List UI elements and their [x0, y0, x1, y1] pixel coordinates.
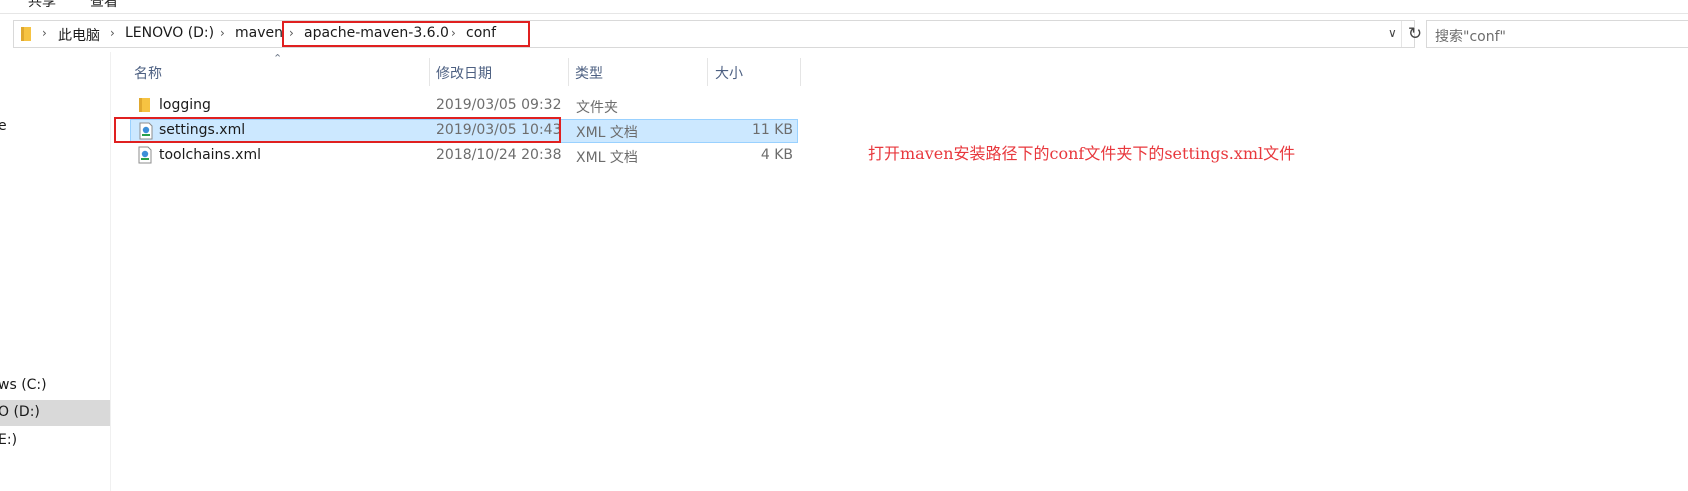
list-item-logging[interactable]: logging 2019/03/05 09:32 文件夹	[130, 94, 798, 118]
search-input[interactable]: 搜索"conf"	[1426, 20, 1688, 48]
file-size: 11 KB	[751, 122, 793, 138]
list-item-toolchains-xml[interactable]: toolchains.xml 2018/10/24 20:38 XML 文档 4…	[130, 144, 798, 168]
annotation-text: 打开maven安装路径下的conf文件夹下的settings.xml文件	[868, 144, 1296, 163]
highlight-box-settings-row	[114, 117, 561, 143]
column-header-label: 类型	[575, 66, 603, 82]
ribbon-tab-view[interactable]: 查看	[90, 0, 118, 11]
column-header-label: 大小	[715, 66, 743, 82]
highlight-box-breadcrumb	[282, 21, 530, 47]
file-type: XML 文档	[576, 150, 638, 166]
sidebar-item-drive-e[interactable]: E:)	[0, 428, 110, 454]
sidebar-item-drive-d[interactable]: O (D:)	[0, 400, 110, 426]
sidebar-item-label: e	[0, 118, 7, 134]
file-type: 文件夹	[576, 100, 618, 116]
refresh-icon[interactable]: ↻	[1403, 22, 1427, 46]
ribbon-divider	[0, 13, 1688, 14]
column-header-name[interactable]: 名称	[130, 56, 428, 86]
file-size: 4 KB	[760, 147, 793, 163]
file-modified: 2018/10/24 20:38	[436, 147, 562, 163]
chevron-right-icon[interactable]: ›	[110, 26, 115, 40]
sidebar-item-label: O (D:)	[0, 404, 40, 420]
column-divider[interactable]	[800, 58, 801, 86]
file-name: logging	[159, 97, 211, 113]
sidebar-item-1[interactable]: e	[0, 114, 110, 140]
file-type: XML 文档	[576, 125, 638, 141]
sidebar-item-label: ws (C:)	[0, 377, 47, 393]
column-header-label: 修改日期	[436, 66, 492, 82]
address-bar[interactable]: › 此电脑 › LENOVO (D:) › maven › apache-mav…	[13, 20, 1422, 48]
breadcrumb-maven[interactable]: maven	[235, 25, 283, 41]
column-header-modified[interactable]: 修改日期	[430, 56, 568, 86]
chevron-right-icon[interactable]: ›	[220, 26, 225, 40]
chevron-right-icon[interactable]: ›	[42, 26, 47, 40]
search-placeholder: 搜索"conf"	[1435, 29, 1506, 45]
column-header-size[interactable]: 大小	[708, 56, 800, 86]
navigation-pane: e ws (C:) O (D:) E:)	[0, 52, 110, 491]
column-header-type[interactable]: 类型	[569, 56, 707, 86]
breadcrumb-this-pc[interactable]: 此电脑	[58, 25, 100, 45]
chevron-down-icon[interactable]: ∨	[1388, 26, 1397, 40]
folder-icon	[21, 27, 31, 41]
xml-file-icon	[138, 146, 152, 164]
sidebar-item-label: E:)	[0, 432, 18, 448]
breadcrumb-drive-d[interactable]: LENOVO (D:)	[125, 25, 214, 41]
ribbon-tab-share[interactable]: 共享	[28, 0, 56, 11]
folder-icon	[139, 98, 150, 112]
divider	[1401, 21, 1402, 47]
file-modified: 2019/03/05 09:32	[436, 97, 562, 113]
file-name: toolchains.xml	[159, 147, 261, 163]
ribbon-tabs: 共享 查看	[0, 0, 1688, 10]
sidebar-item-drive-c[interactable]: ws (C:)	[0, 373, 110, 399]
column-header-label: 名称	[134, 66, 162, 82]
pane-divider[interactable]	[110, 52, 111, 491]
